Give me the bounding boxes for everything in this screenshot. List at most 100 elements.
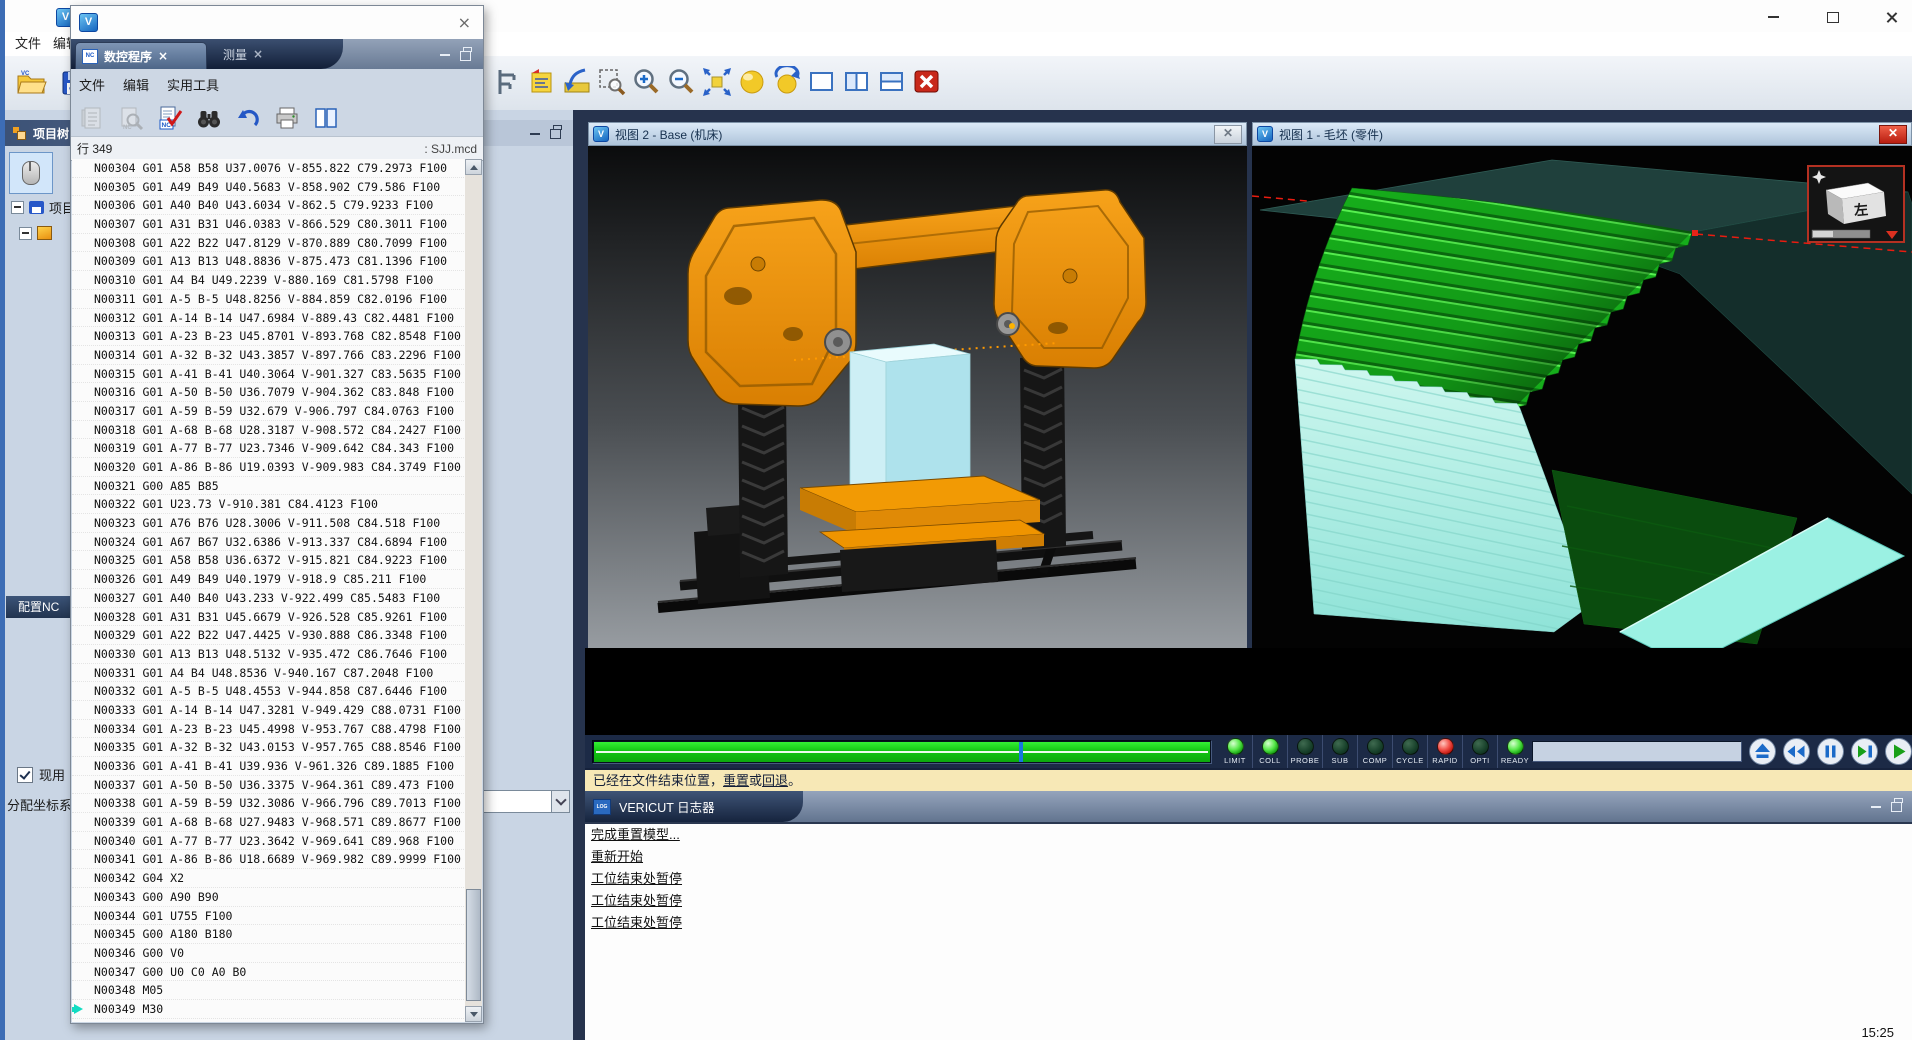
nc-line[interactable]: N00305 G01 A49 B49 U40.5683 V-858.902 C7…	[72, 178, 466, 197]
machine-3d-canvas[interactable]	[588, 146, 1247, 648]
nc-line[interactable]: N00342 G04 X2	[72, 869, 466, 888]
stock-3d-canvas[interactable]: 左	[1252, 146, 1912, 648]
orientation-cube-widget[interactable]: 左	[1808, 166, 1904, 242]
nc-line[interactable]: N00343 G00 A90 B90	[72, 888, 466, 907]
nc-line[interactable]: N00336 G01 A-41 B-41 U39.936 V-961.326 C…	[72, 757, 466, 776]
nc-line[interactable]: N00321 G00 A85 B85	[72, 477, 466, 496]
viewport-1-stock[interactable]: V 视图 1 - 毛坯 (零件) ✕	[1252, 122, 1912, 648]
rotate-view-icon[interactable]	[771, 66, 803, 98]
logger-entry[interactable]: 重新开始	[585, 846, 1912, 868]
nc-line[interactable]: N00319 G01 A-77 B-77 U23.7346 V-909.642 …	[72, 439, 466, 458]
reset-link[interactable]: 重置	[723, 773, 749, 788]
tab-nc-program[interactable]: NC 数控程序 ×	[75, 42, 207, 69]
nc-line[interactable]: N00348 M05	[72, 981, 466, 1000]
zoom-in-icon[interactable]	[631, 66, 663, 98]
close-view-icon[interactable]	[911, 66, 943, 98]
nc-line[interactable]: N00339 G01 A-68 B-68 U27.9483 V-968.571 …	[72, 813, 466, 832]
nc-line[interactable]: N00314 G01 A-32 B-32 U43.3857 V-897.766 …	[72, 346, 466, 365]
report-icon[interactable]	[526, 66, 558, 98]
scroll-up-button[interactable]	[465, 159, 482, 175]
nc-line[interactable]: N00344 G01 U755 F100	[72, 907, 466, 926]
speed-input-field[interactable]	[1532, 741, 1742, 762]
viewport-1-close-button[interactable]: ✕	[1879, 125, 1907, 144]
coord-system-dropdown[interactable]	[482, 790, 570, 813]
nc-line[interactable]: N00307 G01 A31 B31 U46.0383 V-866.529 C8…	[72, 215, 466, 234]
nc-window-close-icon[interactable]: ×	[458, 13, 471, 32]
nc-detach-icon[interactable]	[460, 51, 471, 61]
play-button[interactable]	[1884, 737, 1912, 766]
logger-entry[interactable]: 工位结束处暂停	[585, 912, 1912, 934]
binoculars-icon[interactable]	[196, 105, 222, 131]
active-checkbox[interactable]	[17, 767, 33, 783]
logger-tab[interactable]: LOG VERICUT 日志器	[585, 791, 803, 822]
logger-entry[interactable]: 完成重置模型...	[585, 824, 1912, 846]
zoom-region-icon[interactable]	[596, 66, 628, 98]
fit-view-icon[interactable]	[701, 66, 733, 98]
nc-line[interactable]: N00308 G01 A22 B22 U47.8129 V-870.889 C8…	[72, 234, 466, 253]
select-mode-button[interactable]	[9, 152, 53, 194]
nc-line[interactable]: N00324 G01 A67 B67 U32.6386 V-913.337 C8…	[72, 533, 466, 552]
nc-menu-edit[interactable]: 编辑	[123, 75, 149, 94]
nc-line[interactable]: N00323 G01 A76 B76 U28.3006 V-911.508 C8…	[72, 514, 466, 533]
scroll-thumb[interactable]	[466, 889, 481, 1001]
led-button-ready[interactable]: READY	[1497, 735, 1532, 768]
nc-line[interactable]: N00330 G01 A13 B13 U48.5132 V-935.472 C8…	[72, 645, 466, 664]
maximize-button[interactable]	[1820, 7, 1846, 27]
panel-minimize-icon[interactable]	[530, 133, 540, 135]
open-file-icon[interactable]: VC	[15, 66, 47, 98]
nc-line[interactable]: N00326 G01 A49 B49 U40.1979 V-918.9 C85.…	[72, 570, 466, 589]
led-button-opti[interactable]: OPTI	[1462, 735, 1497, 768]
nc-window-titlebar[interactable]: V ×	[71, 6, 483, 40]
nc-search-icon[interactable]: NC	[118, 105, 144, 131]
single-view-icon[interactable]	[806, 66, 838, 98]
viewport-2-titlebar[interactable]: V 视图 2 - Base (机床) ✕	[588, 122, 1247, 146]
measure-caliper-icon[interactable]	[491, 66, 523, 98]
nc-line[interactable]: N00315 G01 A-41 B-41 U40.3064 V-901.327 …	[72, 365, 466, 384]
tree-item-project[interactable]: 项目	[11, 196, 75, 218]
active-checkbox-row[interactable]: 现用	[17, 765, 65, 784]
close-button[interactable]	[1878, 7, 1904, 27]
nc-code-list[interactable]: N00304 G01 A58 B58 U37.0076 V-855.822 C7…	[72, 159, 467, 1022]
nc-line[interactable]: N00306 G01 A40 B40 U43.6034 V-862.5 C79.…	[72, 196, 466, 215]
nc-line[interactable]: N00311 G01 A-5 B-5 U48.8256 V-884.859 C8…	[72, 290, 466, 309]
nc-line[interactable]: N00338 G01 A-59 B-59 U32.3086 V-966.796 …	[72, 794, 466, 813]
viewport-2-close-button[interactable]: ✕	[1214, 125, 1242, 144]
nc-line[interactable]: N00304 G01 A58 B58 U37.0076 V-855.822 C7…	[72, 159, 466, 178]
nc-list-icon[interactable]	[79, 105, 105, 131]
rollback-link[interactable]: 回退	[762, 773, 788, 788]
led-button-probe[interactable]: PROBE	[1287, 735, 1322, 768]
nc-line[interactable]: N00331 G01 A4 B4 U48.8536 V-940.167 C87.…	[72, 664, 466, 683]
split-horizontal-icon[interactable]	[876, 66, 908, 98]
nc-line[interactable]: N00333 G01 A-14 B-14 U47.3281 V-949.429 …	[72, 701, 466, 720]
tab-close-icon[interactable]: ×	[253, 48, 263, 60]
viewport-2-machine[interactable]: V 视图 2 - Base (机床) ✕	[588, 122, 1247, 648]
nc-line[interactable]: N00327 G01 A40 B40 U43.233 V-922.499 C85…	[72, 589, 466, 608]
logger-minimize-icon[interactable]	[1871, 806, 1881, 808]
nc-line[interactable]: N00325 G01 A58 B58 U36.6372 V-915.821 C8…	[72, 551, 466, 570]
nc-line[interactable]: N00313 G01 A-23 B-23 U45.8701 V-893.768 …	[72, 327, 466, 346]
nc-line[interactable]: N00334 G01 A-23 B-23 U45.4998 V-953.767 …	[72, 720, 466, 739]
nc-line[interactable]: N00346 G00 V0	[72, 944, 466, 963]
sphere-view-icon[interactable]	[736, 66, 768, 98]
nc-program-window[interactable]: V × NC 数控程序 × 测量 × 文件 编辑 实用工具 NC NC 行 34…	[70, 5, 484, 1024]
logger-entry[interactable]: 工位结束处暂停	[585, 868, 1912, 890]
led-button-sub[interactable]: SUB	[1322, 735, 1357, 768]
nc-line[interactable]: N00312 G01 A-14 B-14 U47.6984 V-889.43 C…	[72, 309, 466, 328]
menu-file[interactable]: 文件	[7, 32, 49, 56]
nc-line[interactable]: N00341 G01 A-86 B-86 U18.6689 V-969.982 …	[72, 850, 466, 869]
nc-line[interactable]: N00345 G00 A180 B180	[72, 925, 466, 944]
step-button[interactable]	[1850, 737, 1879, 766]
led-button-rapid[interactable]: RAPID	[1427, 735, 1462, 768]
nc-line[interactable]: N00329 G01 A22 B22 U47.4425 V-930.888 C8…	[72, 626, 466, 645]
nc-line[interactable]: N00316 G01 A-50 B-50 U36.7079 V-904.362 …	[72, 383, 466, 402]
split-vertical-icon[interactable]	[841, 66, 873, 98]
nc-check-icon[interactable]: NC	[157, 105, 183, 131]
pause-button[interactable]	[1816, 737, 1845, 766]
led-button-limit[interactable]: LIMIT	[1218, 735, 1252, 768]
nc-line[interactable]: N00347 G00 U0 C0 A0 B0	[72, 963, 466, 982]
simulation-progress-bar[interactable]	[592, 740, 1212, 764]
nc-line[interactable]: N00340 G01 A-77 B-77 U23.3642 V-969.641 …	[72, 832, 466, 851]
expander-icon[interactable]	[19, 227, 32, 240]
nc-line[interactable]: N00349 M30	[72, 1000, 466, 1019]
nc-line[interactable]: N00322 G01 U23.73 V-910.381 C84.4123 F10…	[72, 495, 466, 514]
